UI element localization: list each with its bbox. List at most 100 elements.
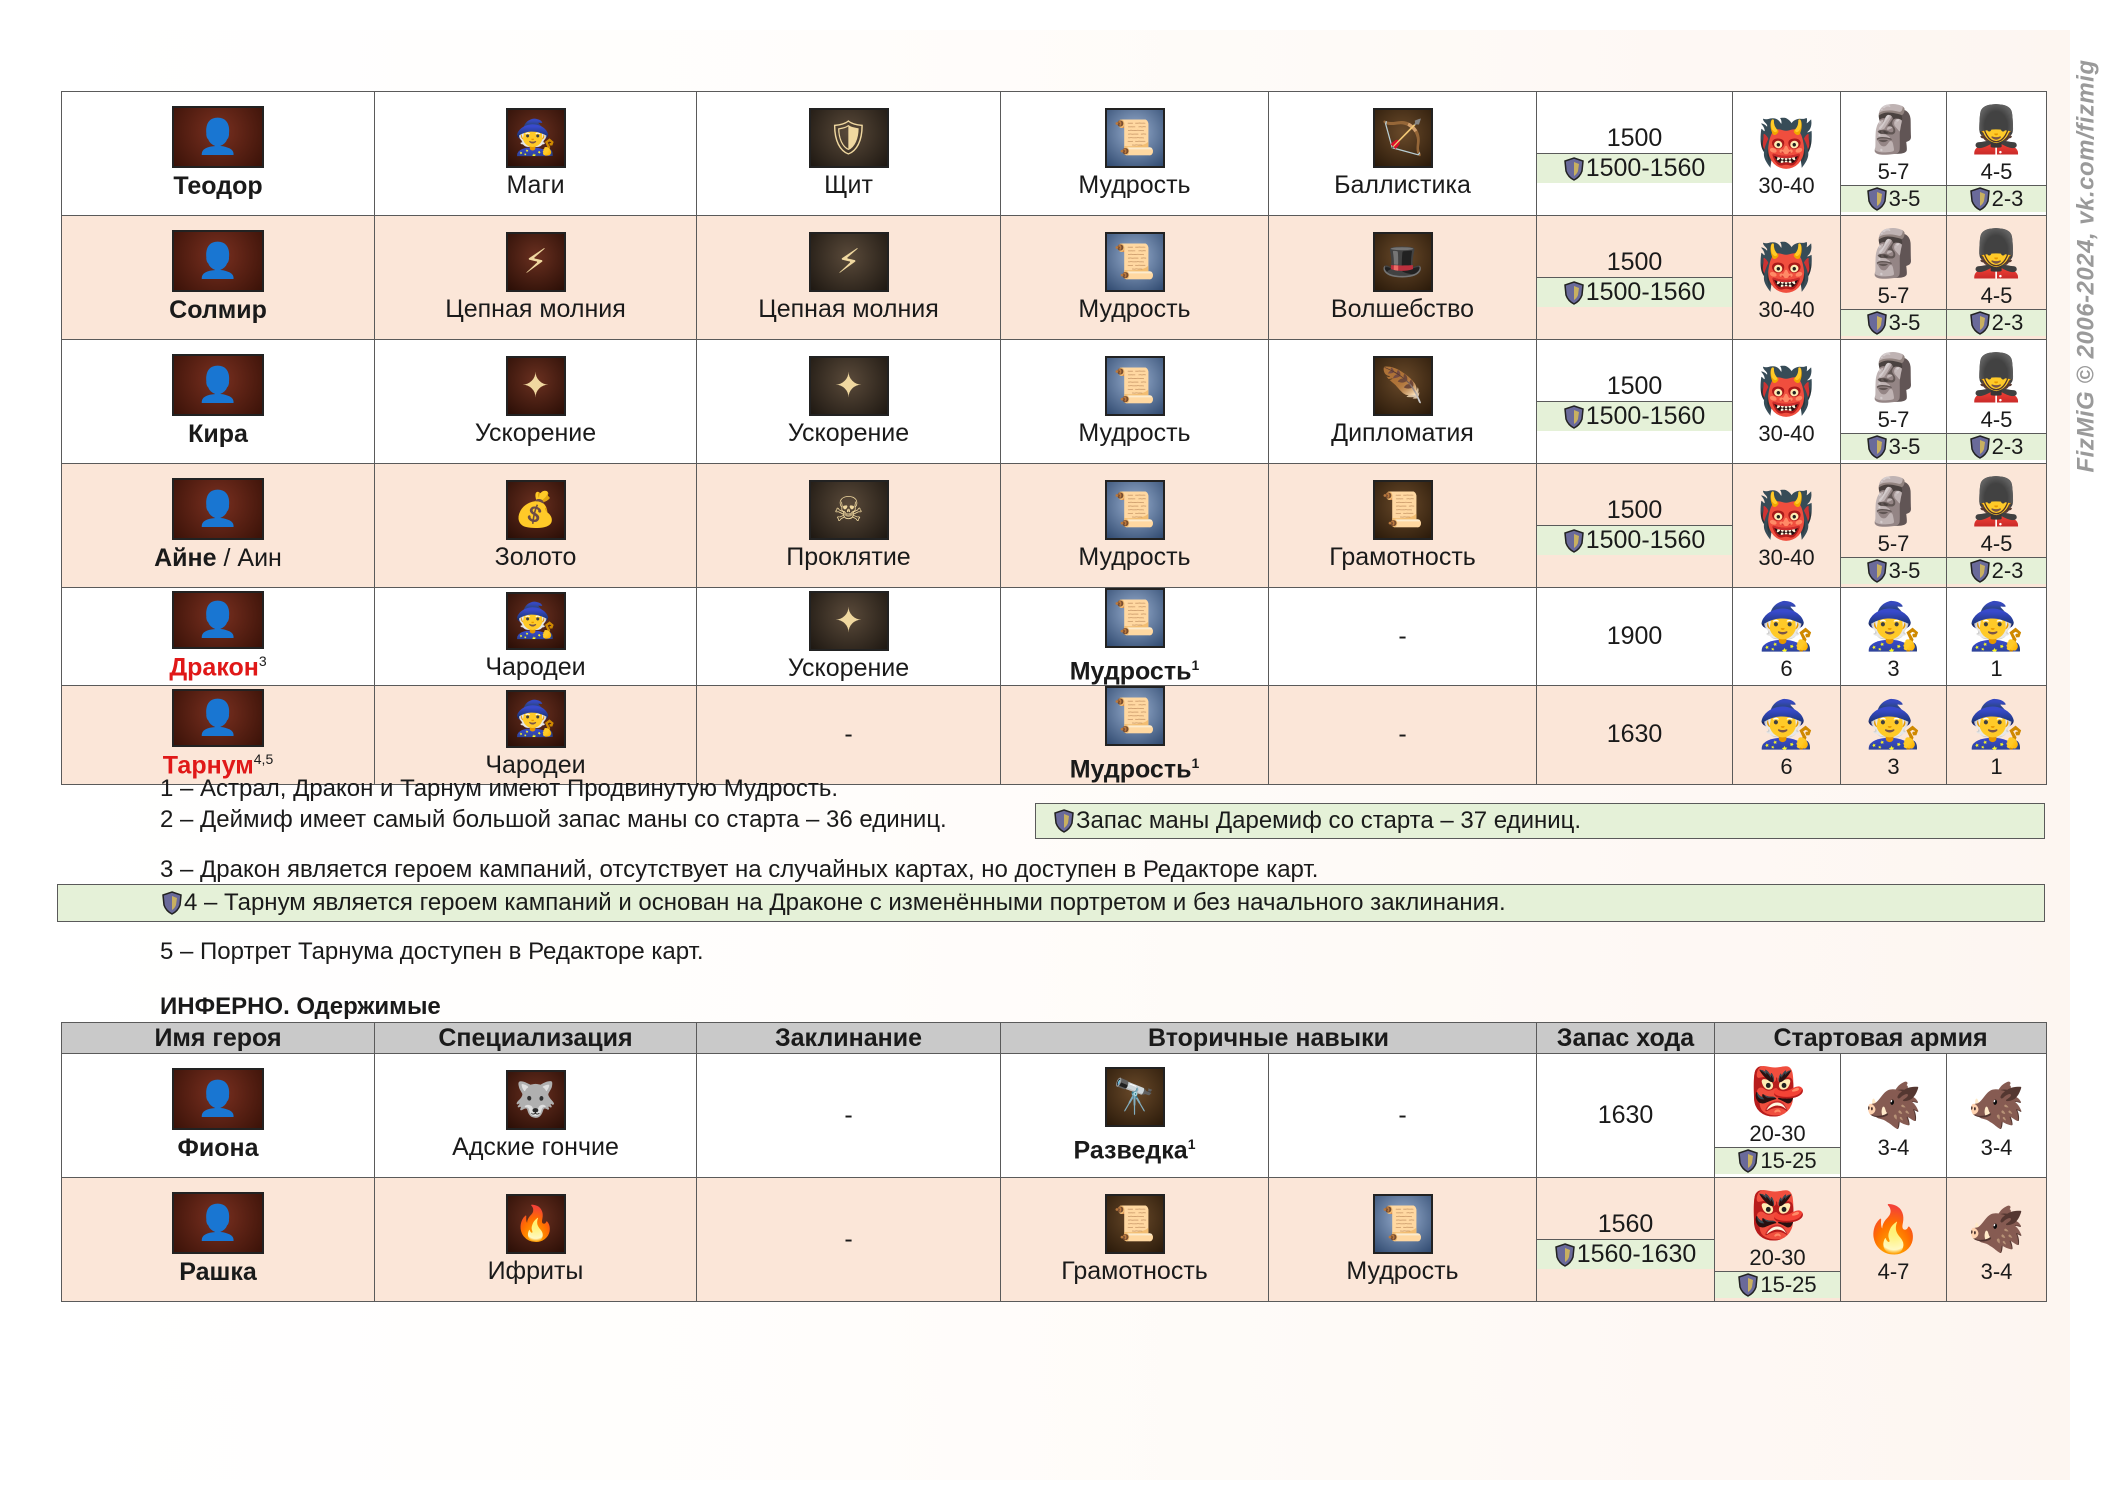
icon-cell: 🛡 Щит — [696, 91, 1001, 216]
specialty-icon: 🧙 — [505, 592, 566, 651]
unit-figure-icon: 👹 — [1757, 240, 1816, 293]
heroes-table-1: 👤 Теодор 🧙 Маги 🛡 Щит 📜 Мудрость 🏹 Баллистика 1… — [61, 91, 2047, 785]
header-skills: Вторичные навыки — [1000, 1022, 1537, 1054]
moves-alt-text: 1500-1560 — [1585, 154, 1706, 182]
unit-alt-text: 2-3 — [1991, 558, 2024, 583]
unit-count: 3-4 — [1877, 1134, 1910, 1160]
shield-icon — [1866, 559, 1887, 583]
icon-cell: 📜 Мудрость — [1268, 1177, 1537, 1302]
unit-alt-text: 2-3 — [1991, 434, 2024, 459]
empty-cell: - — [1268, 685, 1537, 785]
moves-cell: 1630 — [1536, 685, 1733, 785]
unit-figure-icon: 🐗 — [1967, 1078, 2026, 1131]
army-cell: 🐗 3-4 — [1840, 1053, 1947, 1178]
unit-figure-icon: 👹 — [1757, 364, 1816, 417]
unit-count: 30-40 — [1758, 172, 1815, 198]
shield-icon — [1554, 1242, 1575, 1267]
footnote-mark: 1 — [1191, 657, 1200, 673]
unit-alt-text: 2-3 — [1991, 186, 2024, 211]
unit-figure-icon: 🗿 — [1864, 351, 1923, 403]
hero-cell: 👤 Солмир — [61, 215, 375, 340]
icon-cell: 💰 Золото — [374, 463, 697, 588]
unit-alt-count: 2-3 — [1947, 309, 2046, 336]
specialty-icon: 🐺 — [505, 1070, 566, 1130]
unit-alt-count: 2-3 — [1947, 557, 2046, 584]
wisdom-scroll-icon: 📜 — [1104, 686, 1165, 747]
empty-cell: - — [1268, 1053, 1537, 1178]
footnote-mark: 3 — [258, 653, 267, 669]
icon-cell: 🔥 Ифриты — [374, 1177, 697, 1302]
cell-label: Ифриты — [487, 1257, 584, 1285]
cell-label: Ускорение — [474, 419, 597, 447]
skill-icon: 🎩 — [1372, 232, 1433, 292]
cell-label: Ускорение — [787, 419, 910, 447]
icon-cell: ⚡ Цепная молния — [696, 215, 1001, 340]
icon-cell: 📜 Мудрость — [1000, 339, 1269, 464]
unit-alt-text: 2-3 — [1991, 310, 2024, 335]
specialty-icon: 🧙 — [505, 690, 566, 749]
unit-figure-icon: 🗿 — [1864, 103, 1923, 155]
moves-cell: 1500 1500-1560 — [1536, 215, 1733, 340]
unit-count: 3-4 — [1980, 1258, 2013, 1284]
cell-label: Грамотность — [1061, 1257, 1208, 1285]
unit-alt-count: 2-3 — [1947, 433, 2046, 460]
army-cell: 🧙 3 — [1840, 586, 1947, 687]
moves-cell: 1900 — [1536, 586, 1733, 687]
shield-icon — [1969, 187, 1990, 211]
unit-count: 5-7 — [1877, 407, 1910, 432]
section-title: ИНФЕРНО. Одержимые — [160, 993, 441, 1020]
spell-icon: ✦ — [808, 356, 889, 416]
unit-alt-count: 2-3 — [1947, 185, 2046, 212]
moves-alt-text: 1500-1560 — [1585, 278, 1706, 306]
moves-value: 1560 — [1597, 1210, 1654, 1238]
icon-cell: 📜 Мудрость1 — [1000, 586, 1269, 687]
specialty-icon: 💰 — [505, 480, 566, 540]
unit-figure-icon: 💂 — [1967, 475, 2026, 527]
dash: - — [844, 720, 853, 749]
unit-figure-icon: 🐗 — [1967, 1202, 2026, 1255]
moves-alt: 1560-1630 — [1537, 1239, 1714, 1269]
dash: - — [844, 1101, 853, 1129]
hero-portrait-icon: 👤 — [172, 478, 264, 540]
footnote-mark: 1 — [1191, 755, 1200, 772]
footnote-4-box: 4 – Тарнум является героем кампаний и ос… — [57, 884, 2045, 922]
cell-label: Мудрость — [1078, 295, 1191, 323]
moves-alt-text: 1560-1630 — [1576, 1240, 1697, 1268]
unit-count: 5-7 — [1877, 159, 1910, 184]
army-cell: 🐗 3-4 — [1946, 1053, 2047, 1178]
hero-portrait-icon: 👤 — [172, 1192, 264, 1254]
unit-alt-text: 15-25 — [1760, 1272, 1817, 1297]
unit-count: 3-4 — [1980, 1134, 2013, 1160]
hero-cell: 👤 Айне / Аин — [61, 463, 375, 588]
empty-cell: - — [1268, 586, 1537, 687]
hero-portrait-icon: 👤 — [172, 1068, 264, 1130]
unit-count: 30-40 — [1758, 544, 1815, 570]
moves-alt-text: 1500-1560 — [1585, 526, 1706, 554]
moves-value: 1500 — [1606, 496, 1663, 524]
army-cell: 🗿 5-7 3-5 — [1840, 463, 1947, 588]
footnote-2-box: Запас маны Даремиф со старта – 37 единиц… — [1035, 803, 2045, 839]
unit-alt-count: 15-25 — [1715, 1271, 1840, 1298]
cell-label: Дипломатия — [1331, 419, 1474, 447]
unit-alt-text: 15-25 — [1760, 1148, 1817, 1173]
army-cell: 🔥 4-7 — [1840, 1177, 1947, 1302]
specialty-icon: ⚡ — [505, 232, 566, 292]
wisdom-scroll-icon: 📜 — [1104, 480, 1165, 540]
army-cell: 🐗 3-4 — [1946, 1177, 2047, 1302]
wisdom-scroll-icon: 📜 — [1372, 1194, 1433, 1254]
unit-alt-text: 3-5 — [1888, 558, 1921, 583]
moves-alt: 1500-1560 — [1537, 277, 1732, 307]
empty-cell: - — [696, 1053, 1001, 1178]
shield-icon — [1738, 1149, 1759, 1173]
footnote-4-box-text: 4 – Тарнум является героем кампаний и ос… — [184, 889, 1506, 916]
moves-value: 1500 — [1606, 248, 1663, 276]
cell-label: Мудрость — [1069, 755, 1192, 784]
hero-cell: 👤 Кира — [61, 339, 375, 464]
army-cell: 💂 4-5 2-3 — [1946, 339, 2047, 464]
cell-label: Проклятие — [786, 543, 911, 571]
icon-cell: 📜 Мудрость1 — [1000, 685, 1269, 785]
icon-cell: ⚡ Цепная молния — [374, 215, 697, 340]
army-cell: 👹 30-40 — [1732, 339, 1841, 464]
unit-figure-icon: 👹 — [1757, 488, 1816, 541]
icon-cell: ☠ Проклятие — [696, 463, 1001, 588]
